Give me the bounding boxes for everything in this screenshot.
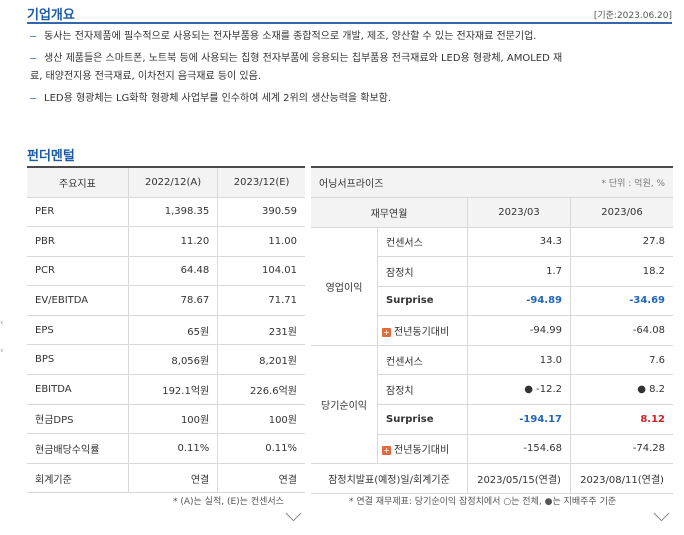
fundamental-header-row: 주요지표 2022/12(A) 2023/12(E) <box>27 166 305 198</box>
table-row: PCR 64.48 104.01 <box>27 256 305 287</box>
earnings-table: 어닝서프라이즈 * 단위 : 억원, % 재무연월 2023/03 2023/0… <box>311 166 673 494</box>
left-edge-mark: ‹ <box>0 346 4 356</box>
overview-date: [기준:2023.06.20] <box>593 11 672 21</box>
table-row: 현금배당수익률 0.11% 0.11% <box>27 433 305 464</box>
overview-bullet-3: LED용 형광체는 LG화학 형광체 사업부를 인수하여 세계 2위의 생산능력… <box>30 90 670 108</box>
earnings-footnote: * 연결 재무제표: 당기순이익 잠정치에서 ○는 전체, ●는 지배주주 기준 <box>349 497 617 507</box>
header-2023-03: 2023/03 <box>467 197 571 228</box>
earnings-header-row: 재무연월 2023/03 2023/06 <box>311 197 673 228</box>
bullet-dash-icon <box>30 97 36 99</box>
plus-icon[interactable]: + <box>382 445 391 455</box>
fundamental-footnote: * (A)는 실적, (E)는 컨센서스 <box>173 497 284 507</box>
table-row: EV/EBITDA 78.67 71.71 <box>27 285 305 316</box>
table-row: BPS 8,056원 8,201원 <box>27 344 305 376</box>
header-period: 재무연월 <box>311 197 468 228</box>
earnings-expand-chevron-icon[interactable] <box>653 505 670 522</box>
bullet-dash-icon <box>30 57 36 59</box>
table-row: 현금DPS 100원 100원 <box>27 404 305 435</box>
group-net-income: 당기순이익 <box>311 345 378 465</box>
company-overview-title: 기업개요 <box>27 8 75 23</box>
overview-bullet-2: 생산 제품들은 스마트폰, 노트북 등에 사용되는 칩형 전자부품에 응용되는 … <box>30 50 670 68</box>
header-2022: 2022/12(A) <box>127 166 218 198</box>
group-operating-profit: 영업이익 <box>311 227 378 346</box>
table-row: 당기순이익 컨센서스 13.0 7.6 <box>311 345 673 465</box>
table-row: 회계기준 연결 연결 <box>27 463 305 494</box>
earnings-title: 어닝서프라이즈 <box>311 166 468 198</box>
plus-icon[interactable]: + <box>382 327 391 337</box>
yoy-toggle[interactable]: + 전년동기대비 <box>377 315 468 346</box>
bullet-dash-icon <box>30 35 36 37</box>
fundamental-table: 주요지표 2022/12(A) 2023/12(E) PER 1,398.35 39… <box>27 166 305 494</box>
earnings-title-row: 어닝서프라이즈 * 단위 : 억원, % <box>311 166 673 198</box>
header-2023: 2023/12(E) <box>217 166 305 198</box>
announce-label: 잠정치발표(예정)일/회계기준 <box>311 463 468 494</box>
yoy-toggle[interactable]: + 전년동기대비 <box>377 434 468 465</box>
table-row: PER 1,398.35 390.59 <box>27 197 305 228</box>
fundamental-expand-chevron-icon[interactable] <box>285 505 302 522</box>
fundamental-title: 펀더멘털 <box>27 149 75 164</box>
overview-divider <box>27 22 672 24</box>
table-row: EBITDA 192.1억원 226.6억원 <box>27 374 305 405</box>
table-row: 영업이익 컨센서스 34.3 27.8 <box>311 227 673 346</box>
header-2023-06: 2023/06 <box>570 197 673 228</box>
left-edge-mark: ‹ <box>0 318 4 328</box>
table-row: PBR 11.20 11.00 <box>27 226 305 257</box>
overview-bullet-1: 동사는 전자제품에 필수적으로 사용되는 전자부품용 소재를 종합적으로 개발,… <box>30 28 670 46</box>
table-row: 잠정치발표(예정)일/회계기준 2023/05/15(연결) 2023/08/1… <box>311 463 673 494</box>
header-indicator: 주요지표 <box>27 166 129 198</box>
earnings-unit: * 단위 : 억원, % <box>467 166 673 198</box>
table-row: EPS 65원 231원 <box>27 315 305 346</box>
overview-bullet-2-cont: 료, 태양전지용 전극재료, 이차전지 음극재료 등이 있음. <box>30 71 262 82</box>
